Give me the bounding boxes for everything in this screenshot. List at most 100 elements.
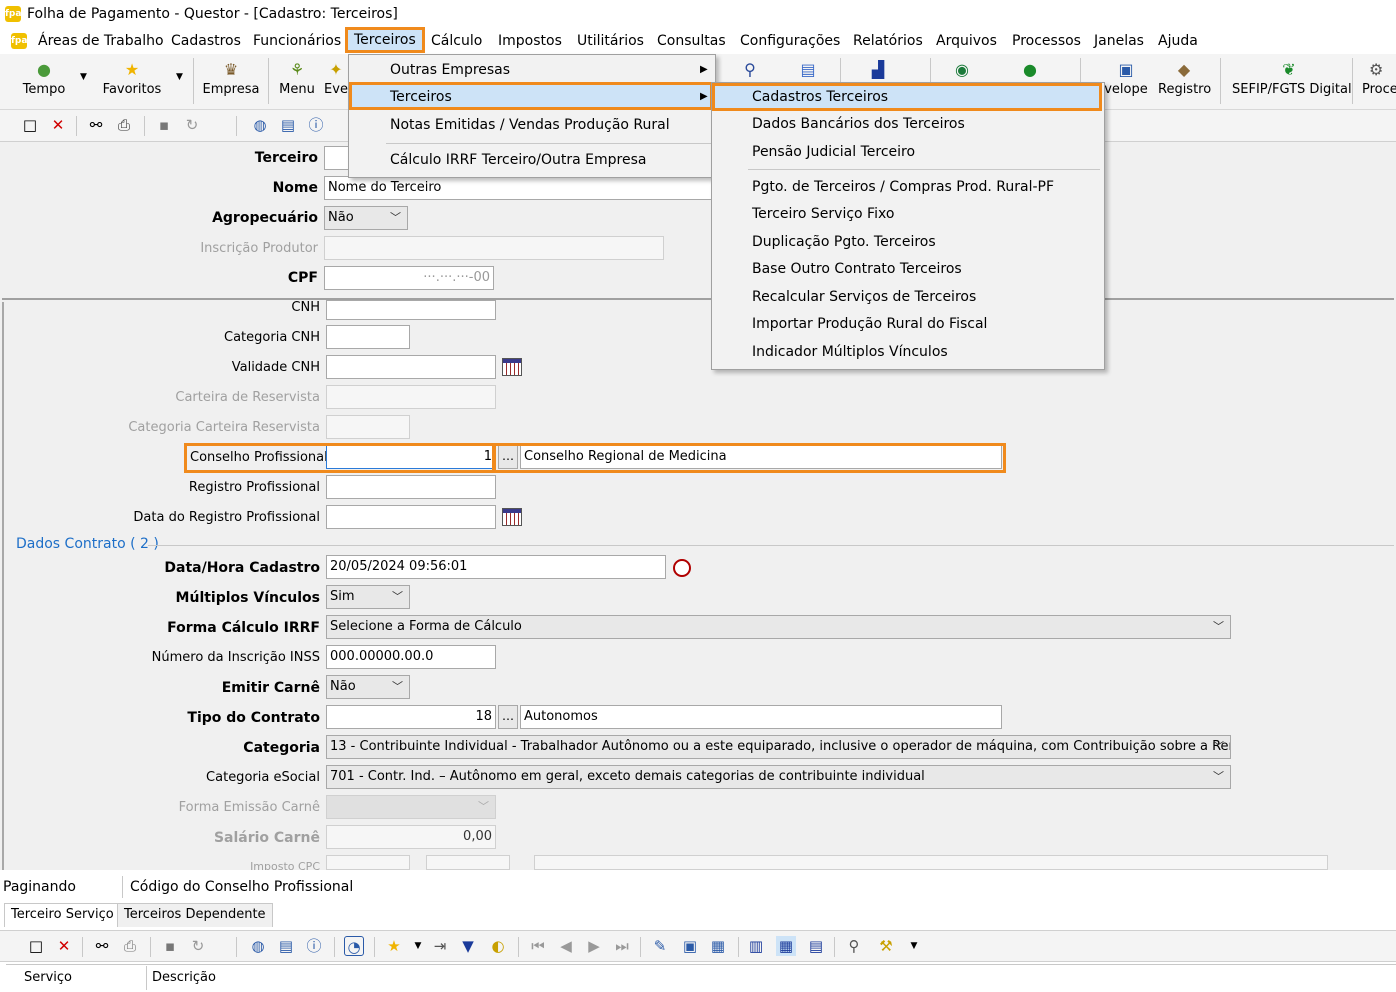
monitor-icon[interactable]: ▣ [680, 936, 700, 956]
grid-view-icon[interactable]: ▤ [278, 115, 298, 135]
clock-icon[interactable] [673, 559, 691, 577]
prev-record-icon[interactable]: ◀ [556, 936, 576, 956]
sefip-fgts-button[interactable]: ❦ SEFIP/FGTS Digital [1232, 60, 1352, 97]
emitir-carne-select[interactable]: Não ﹀ [326, 675, 410, 699]
data-hora-cadastro-input[interactable]: 20/05/2024 09:56:01 [326, 555, 666, 579]
data-registro-profissional-input[interactable] [326, 505, 496, 529]
menu-configuracoes[interactable]: Configurações [740, 33, 840, 49]
categoria-cnh-input[interactable] [326, 325, 410, 349]
imposto-cpc-input[interactable] [326, 855, 410, 870]
menu-impostos[interactable]: Impostos [498, 33, 562, 49]
stopwatch-icon[interactable]: ◔ [344, 936, 364, 956]
forma-emissao-carne-select[interactable]: ﹀ [326, 795, 496, 819]
menu-processos[interactable]: Processos [1012, 33, 1081, 49]
next-record-icon[interactable]: ▶ [584, 936, 604, 956]
globe-tool-button[interactable]: ◉ [950, 60, 974, 82]
forma-calculo-irrf-select[interactable]: Selecione a Forma de Cálculo ﹀ [326, 615, 1231, 639]
menu-funcionarios[interactable]: Funcionários [253, 33, 341, 49]
bar-chart-button[interactable]: ▟ [866, 60, 890, 82]
menu-item-terceiros[interactable]: Terceiros [390, 89, 452, 105]
empresa-button[interactable]: ♛ Empresa [202, 60, 260, 97]
imposto-cpc-input-2[interactable] [426, 855, 510, 870]
binoculars-icon[interactable]: ⚯ [92, 936, 112, 956]
table-icon[interactable]: ▥ [746, 936, 766, 956]
agropecuario-select[interactable]: Não ﹀ [324, 206, 408, 230]
refresh-icon[interactable]: ↻ [182, 115, 202, 135]
tools-dropdown-icon[interactable]: ▼ [904, 936, 924, 956]
star-icon[interactable]: ★ [384, 936, 404, 956]
categoria-select[interactable]: 13 - Contribuinte Individual - Trabalhad… [326, 735, 1231, 759]
submenu-item-recalcular-servicos[interactable]: Recalcular Serviços de Terceiros [752, 289, 976, 305]
categoria-carteira-reservista-input[interactable] [326, 415, 410, 439]
salario-carne-input[interactable]: 0,00 [326, 825, 496, 849]
tempo-dropdown-icon[interactable]: ▼ [80, 72, 87, 82]
printer-icon[interactable]: ⎙ [114, 115, 134, 135]
carteira-reservista-input[interactable] [326, 385, 496, 409]
submenu-item-duplicacao-pgto[interactable]: Duplicação Pgto. Terceiros [752, 234, 936, 250]
submenu-item-base-outro-contrato[interactable]: Base Outro Contrato Terceiros [752, 261, 962, 277]
config-monitor-icon[interactable]: ▦ [708, 936, 728, 956]
menu-calculo[interactable]: Cálculo [431, 33, 482, 49]
envelope-button[interactable]: ▣ velope [1104, 60, 1148, 97]
menu-consultas[interactable]: Consultas [657, 33, 726, 49]
submenu-item-servico-fixo[interactable]: Terceiro Serviço Fixo [752, 206, 894, 222]
brasil-button[interactable]: ● [1018, 60, 1042, 82]
cpf-input[interactable]: ···.···.···-00 [324, 266, 494, 290]
menu-terceiros[interactable]: Terceiros [345, 27, 425, 53]
menu-cadastros[interactable]: Cadastros [171, 33, 241, 49]
grid-column-servico[interactable]: Serviço [24, 970, 72, 985]
menu-janelas[interactable]: Janelas [1094, 33, 1144, 49]
dados-contrato-section-link[interactable]: Dados Contrato ( 2 ) [16, 536, 159, 552]
new-document-icon[interactable]: □ [20, 115, 40, 135]
export-icon[interactable]: ⇥ [430, 936, 450, 956]
validade-cnh-input[interactable] [326, 355, 496, 379]
submenu-item-pensao-judicial[interactable]: Pensão Judicial Terceiro [752, 144, 915, 160]
tipo-contrato-lookup-button[interactable]: … [498, 705, 518, 729]
numero-inscricao-inss-input[interactable]: 000.00000.00.0 [326, 645, 496, 669]
new-document-icon[interactable]: □ [26, 936, 46, 956]
tipo-contrato-input[interactable]: 18 [326, 705, 496, 729]
delete-icon[interactable]: ✕ [54, 936, 74, 956]
grid-column-descricao[interactable]: Descrição [152, 970, 216, 985]
tab-terceiros-dependente[interactable]: Terceiros Dependente [117, 903, 273, 927]
mdi-app-icon[interactable]: fpa [11, 33, 27, 49]
menu-arquivos[interactable]: Arquivos [936, 33, 997, 49]
registro-button[interactable]: ◆ Registro [1158, 60, 1211, 97]
info-icon[interactable]: ⓘ [304, 936, 324, 956]
delete-icon[interactable]: ✕ [48, 115, 68, 135]
calendar-icon[interactable] [502, 508, 522, 526]
favoritos-dropdown-icon[interactable]: ▼ [176, 72, 183, 82]
submenu-item-pgto-terceiros[interactable]: Pgto. de Terceiros / Compras Prod. Rural… [752, 179, 1054, 195]
menu-ajuda[interactable]: Ajuda [1158, 33, 1198, 49]
save-icon[interactable]: ▪ [160, 936, 180, 956]
table-columns-icon[interactable]: ▤ [806, 936, 826, 956]
search-report-button[interactable]: ⚲ [738, 60, 762, 82]
edit-record-icon[interactable]: ✎ [650, 936, 670, 956]
tools-icon[interactable]: ⚒ [876, 936, 896, 956]
inscricao-produtor-input[interactable] [324, 236, 664, 260]
registro-profissional-input[interactable] [326, 475, 496, 499]
submenu-item-indicador-multiplos-vinculos[interactable]: Indicador Múltiplos Vínculos [752, 344, 948, 360]
submenu-item-cadastros-terceiros[interactable]: Cadastros Terceiros [752, 89, 888, 105]
save-icon[interactable]: ▪ [154, 115, 174, 135]
menu-item-notas-emitidas[interactable]: Notas Emitidas / Vendas Produção Rural [390, 117, 670, 133]
info-icon[interactable]: ⓘ [306, 115, 326, 135]
tempo-button[interactable]: ● Tempo [20, 60, 68, 97]
menu-item-outras-empresas[interactable]: Outras Empresas [390, 62, 510, 78]
refresh-icon[interactable]: ↻ [188, 936, 208, 956]
grid-view-icon[interactable]: ▤ [276, 936, 296, 956]
binoculars-icon[interactable]: ⚯ [86, 115, 106, 135]
menu-utilitarios[interactable]: Utilitários [577, 33, 644, 49]
last-record-icon[interactable]: ⏭ [612, 936, 632, 956]
star-dropdown-icon[interactable]: ▼ [408, 936, 428, 956]
submenu-item-dados-bancarios[interactable]: Dados Bancários dos Terceiros [752, 116, 965, 132]
web-icon[interactable]: ◍ [248, 936, 268, 956]
web-icon[interactable]: ◍ [250, 115, 270, 135]
processos-button[interactable]: ⚙ Proce [1362, 60, 1396, 97]
tab-terceiro-servico[interactable]: Terceiro Serviço [4, 903, 121, 927]
cnh-input[interactable] [326, 300, 496, 320]
filter-icon[interactable]: ▼ [458, 936, 478, 956]
favoritos-button[interactable]: ★ Favoritos [100, 60, 164, 97]
menu-areas-de-trabalho[interactable]: Áreas de Trabalho [38, 33, 164, 49]
table-selected-icon[interactable]: ▦ [776, 936, 796, 956]
